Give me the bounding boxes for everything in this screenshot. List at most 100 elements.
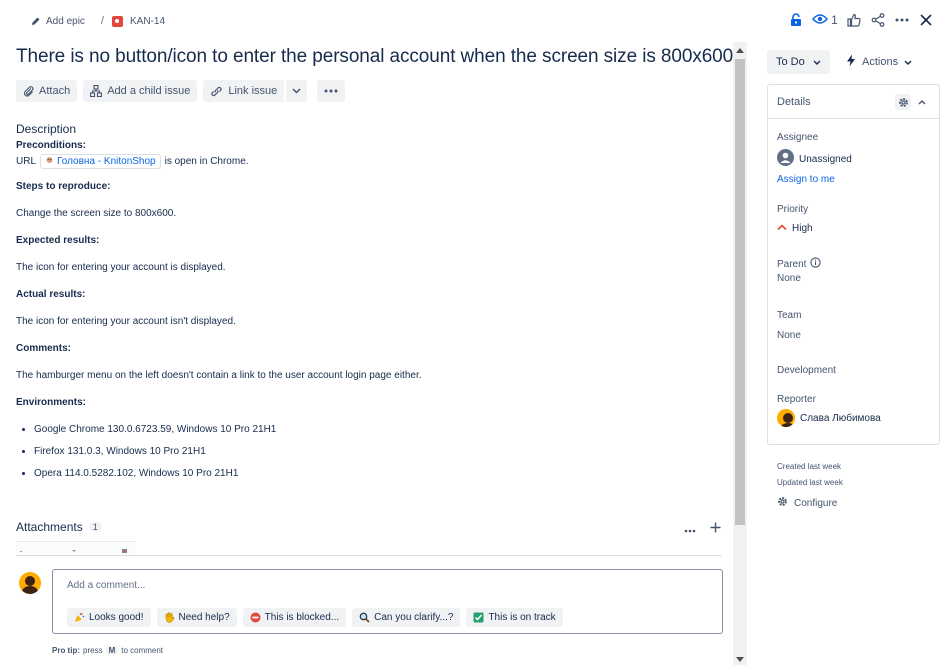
priority-label: Priority (777, 204, 809, 215)
party-icon (74, 612, 85, 623)
parent-label: Parent (777, 257, 822, 271)
pro-tip-label: Pro tip: (52, 646, 80, 655)
avatar (777, 409, 795, 427)
precondition-line: URL Головна - KnitonShop is open in Chro… (16, 152, 716, 170)
quick-reply-blocked[interactable]: This is blocked... (242, 608, 347, 627)
environments-heading: Environments: (16, 397, 87, 408)
parent-label-text: Parent (777, 258, 807, 270)
lightning-icon (846, 54, 856, 70)
configure-button[interactable]: Configure (777, 496, 837, 510)
add-epic-link[interactable]: Add epic (46, 16, 85, 27)
parent-value[interactable]: None (777, 273, 801, 284)
attachments-count: 1 (88, 522, 102, 532)
environments-list: Google Chrome 130.0.6723.59, Windows 10 … (16, 419, 716, 485)
attachments-more-icon[interactable] (684, 521, 696, 536)
comments-text: The hamburger menu on the left doesn't c… (16, 370, 422, 381)
list-item: Opera 114.0.5282.102, Windows 10 Pro 21H… (34, 463, 716, 485)
paperclip-icon (23, 85, 34, 97)
watch-count: 1 (831, 13, 838, 27)
comment-editor[interactable]: Add a comment... Looks good! Need help? … (52, 569, 723, 634)
hand-icon (164, 612, 175, 623)
actual-text: The icon for entering your account isn't… (16, 316, 236, 327)
team-value[interactable]: None (777, 330, 801, 341)
assignee-name: Unassigned (799, 153, 852, 165)
eye-icon (812, 13, 829, 28)
scroll-up-icon[interactable] (736, 48, 744, 53)
add-attachment-icon[interactable] (710, 521, 721, 536)
reporter-label: Reporter (777, 394, 816, 405)
assign-to-me-link[interactable]: Assign to me (777, 174, 835, 185)
chip-label: Can you clarify...? (374, 612, 454, 623)
link-issue-dropdown[interactable] (286, 80, 308, 102)
reporter-value[interactable]: Слава Любимова (777, 409, 881, 427)
assignee-label: Assignee (777, 132, 819, 143)
quick-reply-need-help[interactable]: Need help? (156, 608, 237, 627)
chip-label: This is blocked... (264, 612, 340, 623)
close-icon[interactable] (914, 10, 938, 30)
more-icon[interactable] (890, 10, 914, 30)
thumbs-up-icon[interactable] (842, 10, 866, 30)
actions-label: Actions (862, 56, 899, 68)
scrollbar-thumb[interactable] (735, 59, 745, 525)
scroll-down-icon[interactable] (736, 657, 744, 662)
preconditions-heading: Preconditions: (16, 140, 87, 151)
chevron-up-icon[interactable] (915, 94, 929, 110)
actual-heading: Actual results: (16, 289, 86, 300)
description-heading: Description (16, 122, 77, 136)
steps-heading: Steps to reproduce: (16, 181, 111, 192)
assignee-value[interactable]: Unassigned (777, 149, 852, 169)
share-icon[interactable] (866, 10, 890, 30)
main-scrollbar[interactable] (733, 42, 747, 665)
lock-icon[interactable] (784, 10, 808, 30)
smart-link[interactable]: Головна - KnitonShop (40, 153, 161, 169)
watch-button[interactable]: 1 (808, 10, 842, 30)
quick-reply-on-track[interactable]: This is on track (466, 608, 563, 627)
breadcrumb-separator: / (100, 15, 104, 27)
issue-toolbar: Attach Add a child issue Link issue (16, 80, 346, 102)
quick-reply-clarify[interactable]: Can you clarify...? (352, 608, 461, 627)
chip-label: This is on track (488, 612, 556, 623)
add-child-issue-label: Add a child issue (107, 85, 191, 97)
expected-text: The icon for entering your account is di… (16, 262, 226, 273)
configure-label: Configure (794, 497, 838, 509)
list-item: Firefox 131.0.3, Windows 10 Pro 21H1 (34, 441, 716, 463)
breadcrumb: Add epic / KAN-14 (30, 13, 165, 29)
blocked-icon (250, 612, 261, 623)
attachment-thumbnail[interactable] (16, 541, 136, 555)
description-content[interactable]: Preconditions: URL Головна - KnitonShop … (16, 139, 716, 485)
actions-dropdown[interactable]: Actions (838, 50, 920, 74)
link-issue-button[interactable]: Link issue (203, 80, 285, 102)
link-issue-split-button: Link issue (203, 80, 308, 102)
pencil-icon (30, 15, 42, 27)
attachments-label: Attachments (16, 520, 83, 534)
quick-reply-looks-good[interactable]: Looks good! (67, 608, 151, 627)
priority-value[interactable]: High (777, 223, 813, 234)
more-actions-button[interactable] (317, 80, 346, 102)
magnifier-icon (359, 612, 370, 623)
issue-title[interactable]: There is no button/icon to enter the per… (16, 46, 733, 68)
attachments-heading: Attachments 1 (16, 520, 102, 534)
chevron-down-icon (813, 56, 821, 68)
updated-timestamp: Updated last week (777, 478, 843, 487)
gear-icon[interactable] (895, 94, 911, 110)
attachments-actions (684, 521, 721, 536)
pro-tip: Pro tip: press M to comment (52, 646, 163, 655)
reporter-name: Слава Любимова (800, 412, 881, 424)
comments-heading: Comments: (16, 343, 72, 354)
attach-button[interactable]: Attach (16, 80, 78, 102)
attach-label: Attach (39, 85, 71, 97)
issue-key-link[interactable]: KAN-14 (130, 16, 165, 27)
quick-replies: Looks good! Need help? This is blocked..… (67, 608, 563, 627)
details-header[interactable]: Details (768, 85, 939, 119)
development-label: Development (777, 365, 836, 376)
check-box-icon (473, 612, 484, 623)
steps-text: Change the screen size to 800x600. (16, 208, 177, 219)
status-dropdown[interactable]: To Do (767, 50, 830, 74)
comment-divider (16, 555, 722, 556)
info-icon[interactable] (810, 257, 822, 271)
chip-label: Need help? (178, 612, 230, 623)
priority-high-icon (777, 223, 787, 234)
bug-icon (111, 15, 123, 27)
url-suffix: is open in Chrome. (164, 155, 249, 167)
add-child-issue-button[interactable]: Add a child issue (83, 80, 198, 102)
